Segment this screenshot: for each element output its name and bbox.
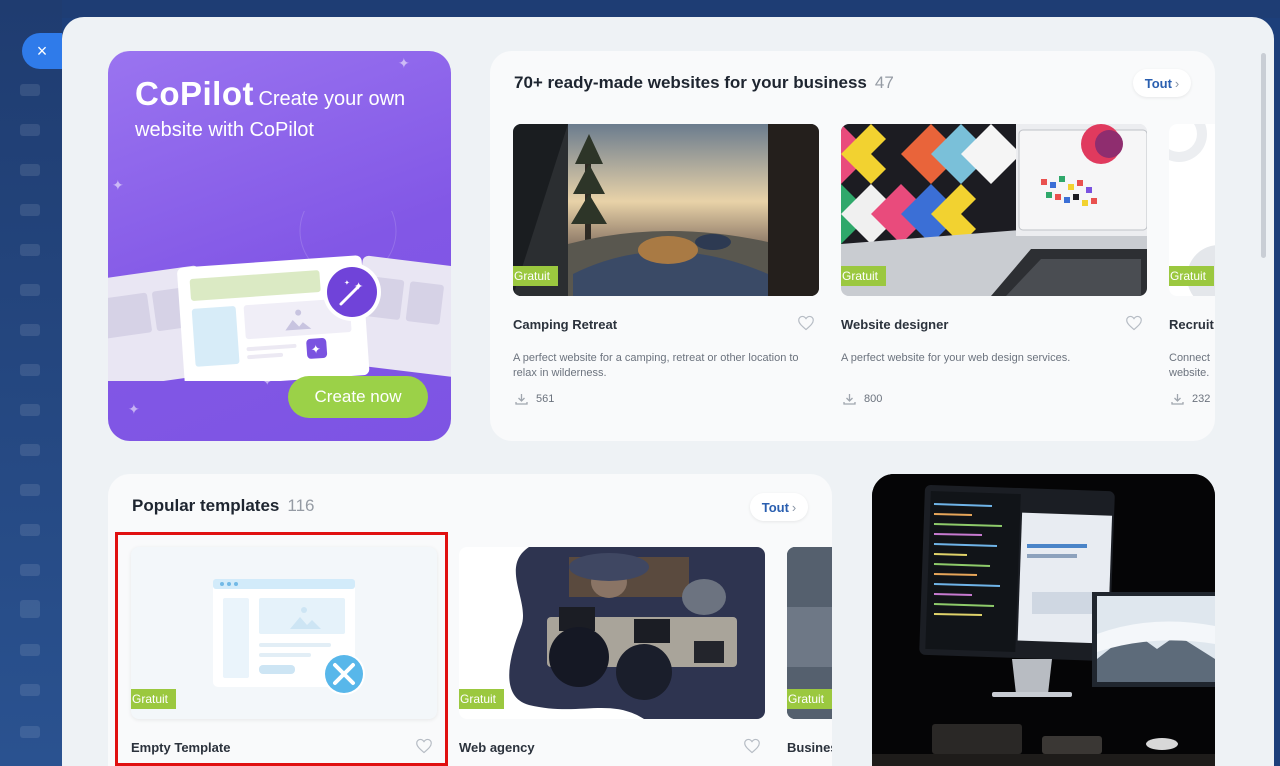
heart-icon[interactable] xyxy=(415,738,433,754)
sidebar-ghost-icon xyxy=(20,484,40,496)
background-app-sidebar xyxy=(0,0,62,766)
template-thumbnail: Gratuit xyxy=(787,547,832,719)
sidebar-ghost-icon xyxy=(20,404,40,416)
template-description: A perfect website for your web design se… xyxy=(841,352,1071,364)
sparkle-icon: ✦ xyxy=(398,55,410,71)
download-count: 232 xyxy=(1171,393,1210,405)
heart-icon[interactable] xyxy=(743,738,761,754)
copilot-promo-card: CoPilot Create your own website with CoP… xyxy=(108,51,451,441)
workspace-photo xyxy=(872,474,1215,766)
download-count-value: 800 xyxy=(864,393,883,405)
template-name: Empty Template xyxy=(131,740,231,755)
chevron-right-icon: › xyxy=(1174,75,1180,91)
section-title: Popular templates 116 xyxy=(132,496,314,516)
section-count: 47 xyxy=(874,73,894,92)
section-title-text: Popular templates xyxy=(132,496,280,515)
free-badge: Gratuit xyxy=(787,689,832,709)
close-button[interactable]: × xyxy=(22,33,62,69)
sidebar-ghost-icon xyxy=(20,364,40,376)
sidebar-ghost-icon xyxy=(20,684,40,696)
sidebar-ghost-icon xyxy=(20,84,40,96)
website-builder-illustration: ✦ ✦ ✦ xyxy=(108,211,451,381)
copilot-subtitle: Create your own xyxy=(258,88,406,110)
template-thumbnail: Gratuit xyxy=(459,547,765,719)
sidebar-ghost-icon xyxy=(20,204,40,216)
template-thumbnail: Gratuit xyxy=(841,124,1147,296)
template-description: A perfect website for a camping, retreat… xyxy=(513,352,799,379)
copilot-subtitle-line2: website with CoPilot xyxy=(135,118,314,141)
section-title: 70+ ready-made websites for your busines… xyxy=(514,73,894,93)
website-designer-photo xyxy=(841,124,1147,296)
empty-template-illustration xyxy=(213,579,365,695)
free-badge: Gratuit xyxy=(131,689,177,709)
see-all-label: Tout xyxy=(761,499,789,515)
sidebar-ghost-icon xyxy=(20,600,40,618)
svg-text:✦: ✦ xyxy=(310,342,321,357)
camping-photo xyxy=(513,124,819,296)
see-all-label: Tout xyxy=(1144,75,1172,91)
download-count-value: 232 xyxy=(1192,393,1211,405)
copilot-brand: CoPilot xyxy=(135,75,254,112)
heart-icon[interactable] xyxy=(1125,315,1143,331)
download-icon xyxy=(843,394,856,405)
sparkle-icon: ✦ xyxy=(112,177,124,193)
section-title-text: 70+ ready-made websites for your busines… xyxy=(514,73,867,92)
free-badge: Gratuit xyxy=(459,689,505,709)
sidebar-ghost-icon xyxy=(20,284,40,296)
template-card-web-agency[interactable]: Gratuit Web agency xyxy=(459,547,765,755)
workspace-photo-card[interactable] xyxy=(872,474,1215,766)
template-card-camping-retreat[interactable]: Gratuit Camping Retreat A perfect websit… xyxy=(513,124,819,405)
free-badge: Gratuit xyxy=(513,266,559,286)
heart-icon[interactable] xyxy=(797,315,815,331)
sidebar-ghost-icon xyxy=(20,244,40,256)
scrollbar[interactable] xyxy=(1261,53,1266,258)
template-name: Camping Retreat xyxy=(513,317,618,332)
background-app-header xyxy=(62,0,1280,18)
popular-templates-section: Popular templates 116 Tout › Gratuit Emp… xyxy=(108,474,832,766)
sparkle-icon: ✦ xyxy=(128,401,140,417)
template-card-empty-template[interactable]: Gratuit Empty Template xyxy=(131,547,437,755)
download-icon xyxy=(1171,394,1184,405)
copilot-heading: CoPilot Create your own website with CoP… xyxy=(135,75,435,142)
svg-text:✦: ✦ xyxy=(354,281,363,293)
svg-text:✦: ✦ xyxy=(344,279,350,287)
download-count: 561 xyxy=(515,393,554,405)
sidebar-ghost-icon xyxy=(20,564,40,576)
template-thumbnail: Gratuit xyxy=(1169,124,1215,296)
sidebar-ghost-icon xyxy=(20,164,40,176)
template-card-website-designer[interactable]: Gratuit Website designer A perfect websi… xyxy=(841,124,1147,405)
see-all-button[interactable]: Tout › xyxy=(1133,69,1191,97)
sidebar-ghost-icon xyxy=(20,444,40,456)
download-count: 800 xyxy=(843,393,882,405)
template-thumbnail: Gratuit xyxy=(513,124,819,296)
create-now-button[interactable]: Create now xyxy=(288,376,428,418)
sidebar-ghost-icon xyxy=(20,324,40,336)
template-card-business[interactable]: Gratuit Busines xyxy=(787,547,832,755)
template-description: Connect website. xyxy=(1169,352,1210,379)
download-count-value: 561 xyxy=(536,393,555,405)
template-name: Web agency xyxy=(459,740,535,755)
template-card-recruit[interactable]: Gratuit Recruit Connect website. 232 xyxy=(1169,124,1215,405)
free-badge: Gratuit xyxy=(1169,266,1215,286)
see-all-button[interactable]: Tout › xyxy=(750,493,808,521)
sidebar-ghost-icon xyxy=(20,726,40,738)
template-thumbnail: Gratuit xyxy=(131,547,437,719)
template-name: Website designer xyxy=(841,317,949,332)
download-icon xyxy=(515,394,528,405)
template-name: Busines xyxy=(787,740,832,755)
free-badge: Gratuit xyxy=(841,266,887,286)
template-gallery-panel: CoPilot Create your own website with CoP… xyxy=(62,17,1274,766)
sidebar-ghost-icon xyxy=(20,644,40,656)
web-agency-photo xyxy=(509,547,765,719)
template-name: Recruit xyxy=(1169,317,1214,332)
ready-made-websites-section: 70+ ready-made websites for your busines… xyxy=(490,51,1215,441)
section-count: 116 xyxy=(287,496,315,515)
sidebar-ghost-icon xyxy=(20,524,40,536)
close-icon: × xyxy=(36,40,48,61)
chevron-right-icon: › xyxy=(791,499,797,515)
sidebar-ghost-icon xyxy=(20,124,40,136)
